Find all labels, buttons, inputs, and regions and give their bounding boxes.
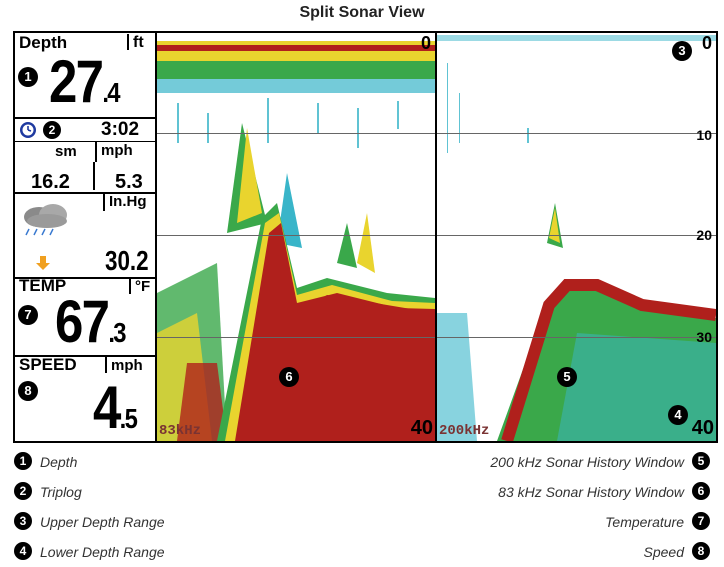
callout-2: 2 xyxy=(43,121,61,139)
legend-item: Speed xyxy=(643,544,684,560)
depth-gridline xyxy=(157,337,435,338)
depth-unit: ft xyxy=(127,34,144,51)
temp-int: 67 xyxy=(55,288,110,355)
legend-num: 2 xyxy=(14,482,32,500)
trip-speed-unit: mph xyxy=(95,142,133,162)
depth-int: 27 xyxy=(49,48,104,115)
legend-item: Lower Depth Range xyxy=(40,544,165,560)
callout-6: 6 xyxy=(279,367,299,387)
legend-item: Triplog xyxy=(40,484,82,500)
depth-gridline xyxy=(157,133,435,134)
temp-dec: .3 xyxy=(108,317,126,348)
upper-depth-200khz: 0 xyxy=(701,33,712,53)
legend-num: 1 xyxy=(14,452,32,470)
trip-distance: 16.2 xyxy=(31,171,70,193)
legend-item: 83 kHz Sonar History Window xyxy=(498,484,684,500)
temp-unit: °F xyxy=(129,278,150,295)
callout-4: 4 xyxy=(668,405,688,425)
page-title: Split Sonar View xyxy=(299,4,425,21)
legend-item: Depth xyxy=(40,454,78,470)
lower-depth-83khz: 40 xyxy=(410,417,433,439)
legend-num: 3 xyxy=(14,512,32,530)
scale-tick-30: 30 xyxy=(696,329,712,345)
depth-value: 27.4 xyxy=(49,47,121,116)
sonar-window-200khz: 0 3 10 20 30 40 4 200kHz 5 xyxy=(437,33,716,441)
speed-unit: mph xyxy=(105,357,143,374)
callout-7: 7 xyxy=(18,305,38,325)
sonar-display: Depth ft 1 27.4 2 3:02 sm mph 16.2 5.3 I… xyxy=(13,31,718,443)
callout-5: 5 xyxy=(557,367,577,387)
divider xyxy=(93,162,95,190)
frequency-83khz: 83kHz xyxy=(159,423,202,439)
callout-3: 3 xyxy=(672,41,692,61)
sonar-window-83khz: 0 40 83kHz 6 xyxy=(157,33,435,441)
pressure-unit: In.Hg xyxy=(103,193,147,211)
upper-depth-83khz: 0 xyxy=(420,33,431,53)
distance-unit: sm xyxy=(55,143,77,160)
temp-value: 67.3 xyxy=(55,287,127,356)
speed-value: 4.5 xyxy=(93,373,138,441)
legend-num: 6 xyxy=(692,482,710,500)
scale-tick-10: 10 xyxy=(696,127,712,143)
frequency-200khz: 200kHz xyxy=(439,423,490,439)
legend-num: 5 xyxy=(692,452,710,470)
trip-time: 3:02 xyxy=(101,119,140,140)
legend-num: 7 xyxy=(692,512,710,530)
callout-8: 8 xyxy=(18,381,38,401)
legend-item: Temperature xyxy=(605,514,684,530)
arrow-down-icon xyxy=(36,256,50,270)
depth-gridline xyxy=(157,235,435,236)
legend-item: 200 kHz Sonar History Window xyxy=(490,454,684,470)
depth-gridline xyxy=(437,133,716,134)
legend-num: 8 xyxy=(692,542,710,560)
legend-num: 4 xyxy=(14,542,32,560)
speed-dec: .5 xyxy=(119,403,138,434)
depth-gridline xyxy=(437,337,716,338)
cloud-rain-icon xyxy=(24,204,67,236)
lower-depth-200khz: 40 xyxy=(691,417,714,439)
clock-icon xyxy=(20,122,36,138)
depth-gridline xyxy=(437,235,716,236)
callout-1: 1 xyxy=(18,67,38,87)
legend-item: Upper Depth Range xyxy=(40,514,165,530)
divider xyxy=(15,141,155,142)
trip-speed: 5.3 xyxy=(115,171,143,193)
speed-int: 4 xyxy=(93,374,121,441)
scale-tick-20: 20 xyxy=(696,227,712,243)
depth-dec: .4 xyxy=(102,77,120,108)
pressure-value: 30.2 xyxy=(105,245,149,276)
readout-panel: Depth ft 1 27.4 2 3:02 sm mph 16.2 5.3 I… xyxy=(15,33,155,441)
speed-label: SPEED xyxy=(19,355,77,374)
